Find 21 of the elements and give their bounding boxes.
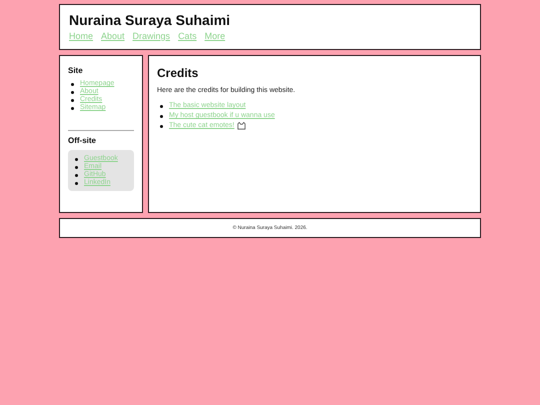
nav-link[interactable]: About [101,31,125,41]
bullet-icon [71,90,74,94]
bullet-icon [160,104,163,108]
bullet-icon [160,114,163,118]
bullet-icon [75,182,78,184]
cat-face-icon [237,122,246,130]
sidebar-heading: Off-site [68,136,97,145]
nav-link[interactable]: Cats [178,31,197,41]
nav-link[interactable]: Drawings [132,31,170,41]
page-heading: Credits [157,66,200,80]
bullet-icon [75,166,78,168]
sidebar-heading: Site [68,66,84,75]
bullet-icon [71,106,74,110]
bullet-icon [75,174,78,176]
site-title: Nuraina Suraya Suhaimi [69,12,232,28]
nav-link[interactable]: More [204,31,226,41]
bullet-icon [75,158,78,160]
bullet-icon [160,124,163,128]
bullet-icon [71,82,74,86]
nav-link[interactable]: Home [69,31,94,41]
bullet-icon [71,98,74,102]
